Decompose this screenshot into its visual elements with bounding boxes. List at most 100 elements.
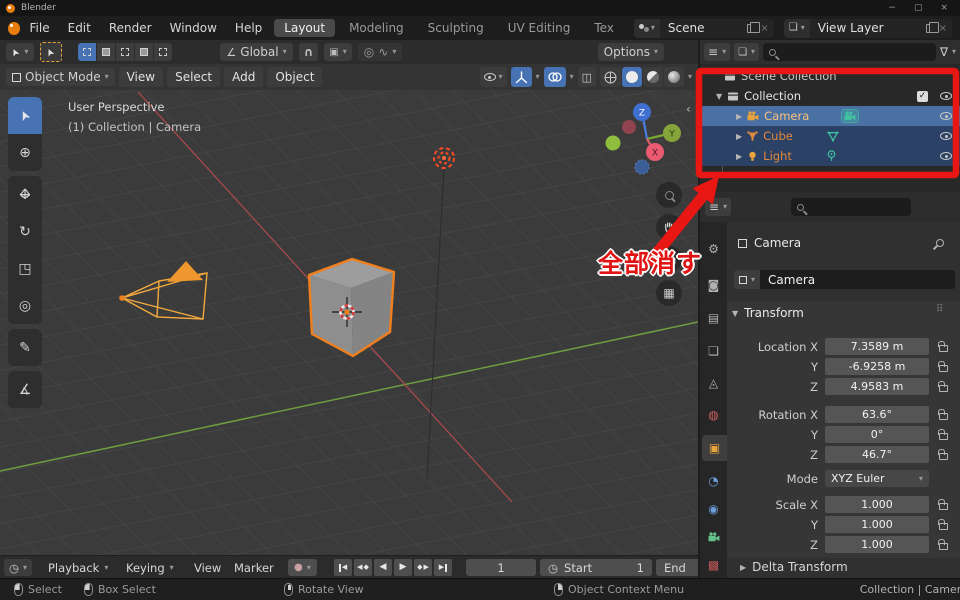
view-layer-selector[interactable]: ❏ ▾ View Layer × (783, 18, 953, 38)
eye-icon[interactable] (940, 112, 952, 120)
workspace-tab-modeling[interactable]: Modeling (339, 19, 414, 37)
disclosure-open-icon[interactable]: ▼ (716, 92, 722, 101)
shading-material-button[interactable] (642, 67, 663, 87)
disclosure-closed-icon[interactable]: ▶ (736, 152, 742, 161)
toggle-ortho-button[interactable]: ▦ (656, 280, 682, 306)
close-icon[interactable]: × (934, 3, 954, 13)
outliner-search-input[interactable] (763, 43, 936, 61)
scale-y-field[interactable]: 1.000 (825, 516, 929, 533)
tool-select-box[interactable]: ➤ (8, 97, 42, 134)
transform-panel-header[interactable]: ▼ Transform (732, 306, 804, 320)
outliner-row-camera[interactable]: ▶ Camera (700, 106, 960, 126)
auto-keying-toggle[interactable]: ● ▾ (288, 559, 317, 576)
workspace-tab-sculpting[interactable]: Sculpting (418, 19, 494, 37)
current-frame-field[interactable]: 1 (466, 559, 536, 576)
options-dropdown[interactable]: Options ▾ (597, 43, 664, 61)
blender-menu-icon[interactable] (8, 21, 20, 35)
menu-edit[interactable]: Edit (60, 19, 99, 37)
rotation-z-field[interactable]: 46.7° (825, 446, 929, 463)
outliner-row-light[interactable]: ▶ Light (700, 146, 960, 166)
play-reverse-button[interactable]: ◀ (374, 559, 392, 576)
properties-display-dropdown[interactable]: ≡ ▾ (705, 198, 732, 216)
select-mode-set[interactable] (78, 43, 97, 61)
tool-scale[interactable]: ◳ (8, 250, 42, 287)
new-view-layer-icon[interactable] (925, 21, 939, 33)
outliner-row-cube[interactable]: ▶ Cube (700, 126, 960, 146)
gizmo-neg-y-handle[interactable] (605, 135, 621, 151)
active-tool-button[interactable]: ➤ (40, 42, 63, 62)
timeline-menu-playback[interactable]: Playback ▾ (48, 559, 108, 576)
outliner-display-mode-dropdown[interactable]: ≡ ▾ (704, 43, 731, 61)
new-scene-icon[interactable] (747, 21, 761, 33)
panel-grip-icon[interactable]: ⠿ (936, 304, 943, 315)
zoom-button[interactable] (656, 182, 682, 208)
lock-icon[interactable] (938, 429, 948, 440)
camera-object[interactable] (119, 261, 208, 320)
timeline-menu-view[interactable]: View (194, 559, 221, 576)
play-button[interactable]: ▶ (394, 559, 412, 576)
minimize-icon[interactable]: − (882, 3, 902, 13)
workspace-tab-uv-editing[interactable]: UV Editing (498, 19, 581, 37)
tab-texture[interactable]: ▩ (700, 552, 727, 578)
mesh-data-icon[interactable] (827, 130, 839, 142)
navigation-gizmo[interactable]: Z Y X (598, 90, 698, 190)
select-mode-invert[interactable] (135, 43, 154, 61)
viewport-3d[interactable]: User Perspective (1) Collection | Camera… (0, 90, 698, 555)
pan-button[interactable] (656, 214, 682, 240)
delta-transform-panel-header[interactable]: ▶ Delta Transform (740, 560, 848, 574)
object-id-dropdown[interactable]: ▾ (734, 270, 761, 289)
mode-dropdown[interactable]: Object Mode ▾ (6, 68, 115, 86)
collection-checkbox[interactable]: ✓ (917, 90, 928, 102)
viewport-menu-view[interactable]: View (118, 67, 164, 87)
show-gizmo-toggle[interactable] (510, 67, 532, 87)
chevron-down-icon[interactable]: ▾ (688, 73, 692, 81)
scale-z-field[interactable]: 1.000 (825, 536, 929, 553)
jump-to-start-button[interactable]: ◀ (334, 559, 352, 576)
disclosure-closed-icon[interactable]: ▶ (736, 132, 742, 141)
lock-icon[interactable] (938, 499, 948, 510)
shading-wireframe-button[interactable] (599, 67, 621, 87)
tool-cursor[interactable]: ⊕ (8, 134, 42, 171)
location-y-field[interactable]: -6.9258 m (825, 358, 929, 375)
viewport-menu-object[interactable]: Object (267, 67, 323, 87)
menu-file[interactable]: File (22, 19, 58, 37)
object-name-field[interactable]: Camera (760, 270, 955, 289)
tab-render[interactable]: ◙ (700, 272, 727, 298)
chevron-down-icon[interactable]: ▾ (570, 73, 574, 81)
select-mode-intersect[interactable] (154, 43, 173, 61)
viewport-menu-add[interactable]: Add (224, 67, 264, 87)
tab-world[interactable]: ◍ (700, 402, 727, 428)
select-mode-extend[interactable] (97, 43, 116, 61)
viewport-menu-select[interactable]: Select (167, 67, 221, 87)
eye-icon[interactable] (940, 92, 952, 100)
snap-settings-dropdown[interactable]: ▣ ▾ (324, 43, 352, 61)
chevron-down-icon[interactable]: ▾ (536, 73, 540, 81)
tool-measure[interactable]: ∡ (8, 371, 42, 408)
visibility-dropdown[interactable]: ▾ (479, 67, 507, 87)
light-object[interactable] (433, 147, 455, 169)
properties-search-input[interactable] (791, 198, 912, 216)
menu-help[interactable]: Help (227, 19, 270, 37)
frame-end-field[interactable]: End (656, 559, 698, 576)
lock-icon[interactable] (938, 361, 948, 372)
editor-type-dropdown[interactable]: ◷ ▾ (4, 559, 33, 576)
chevron-down-icon[interactable]: ▾ (952, 48, 956, 56)
light-data-icon[interactable] (826, 150, 837, 162)
tab-output[interactable]: ▤ (700, 305, 727, 331)
next-keyframe-button[interactable]: ◆ ▶ (414, 559, 432, 576)
tab-view-layer[interactable]: ❏ (700, 338, 727, 364)
jump-to-end-button[interactable]: ▶ (434, 559, 452, 576)
tab-tool[interactable]: ⚙ (700, 236, 727, 262)
workspace-tab-layout[interactable]: Layout (274, 19, 336, 37)
lock-icon[interactable] (938, 449, 948, 460)
gizmo-neg-z-handle[interactable] (634, 159, 650, 175)
outliner-row-collection[interactable]: ▼ Collection ✓ (700, 86, 960, 106)
tab-object-data[interactable] (700, 524, 727, 550)
tab-object[interactable]: ▣ (702, 435, 727, 461)
scale-x-field[interactable]: 1.000 (825, 496, 929, 513)
rotation-x-field[interactable]: 63.6° (825, 406, 929, 423)
tool-move[interactable]: ↔ ↕ (8, 176, 42, 213)
outliner-filter-id-dropdown[interactable]: ❏ ▾ (734, 43, 760, 61)
active-tool-dropdown[interactable]: ➤ ▾ (6, 43, 35, 61)
tab-constraints[interactable]: ◔ (700, 468, 727, 494)
